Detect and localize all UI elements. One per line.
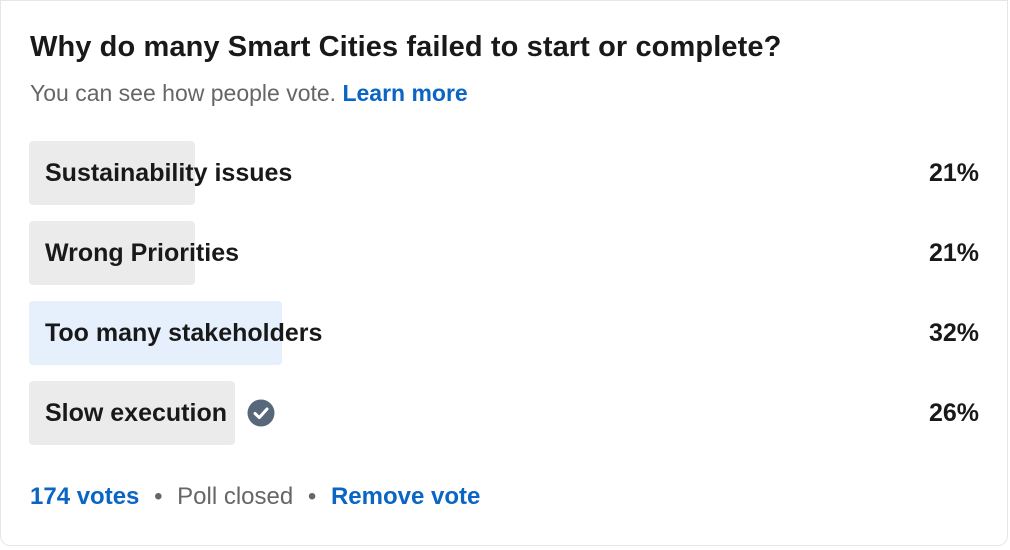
poll-option-percent: 21%	[928, 159, 979, 187]
poll-footer: 174 votes • Poll closed • Remove vote	[30, 483, 480, 511]
poll-option-label: Sustainability issues	[45, 141, 292, 205]
poll-option-text: Too many stakeholders	[45, 319, 323, 347]
check-circle-icon	[247, 399, 275, 427]
poll-option-label: Too many stakeholders	[45, 301, 322, 365]
separator-dot: •	[307, 483, 317, 510]
poll-option-label: Wrong Priorities	[45, 221, 239, 285]
poll-option-text: Sustainability issues	[45, 159, 293, 187]
poll-option-wrong-priorities[interactable]: Wrong Priorities 21%	[29, 221, 981, 285]
poll-option-too-many-stakeholders[interactable]: Too many stakeholders 32%	[29, 301, 981, 365]
remove-vote-button[interactable]: Remove vote	[331, 483, 480, 510]
learn-more-link[interactable]: Learn more	[342, 80, 467, 106]
poll-option-sustainability-issues[interactable]: Sustainability issues 21%	[29, 141, 981, 205]
poll-option-slow-execution[interactable]: Slow execution 26%	[29, 381, 981, 445]
poll-option-text: Slow execution	[45, 399, 227, 427]
poll-visibility-note: You can see how people vote.	[30, 80, 337, 106]
separator-dot: •	[154, 483, 163, 510]
vote-count-link[interactable]: 174 votes	[30, 483, 139, 510]
poll-option-label: Slow execution	[45, 381, 275, 445]
poll-option-text: Wrong Priorities	[45, 239, 240, 267]
poll-option-percent: 21%	[928, 239, 979, 267]
poll-card: Why do many Smart Cities failed to start…	[0, 0, 1008, 546]
poll-status: Poll closed	[177, 483, 294, 510]
poll-subtitle: You can see how people vote. Learn more	[30, 80, 468, 107]
poll-question: Why do many Smart Cities failed to start…	[30, 31, 782, 63]
poll-option-percent: 32%	[928, 319, 979, 347]
poll-option-percent: 26%	[928, 399, 979, 427]
